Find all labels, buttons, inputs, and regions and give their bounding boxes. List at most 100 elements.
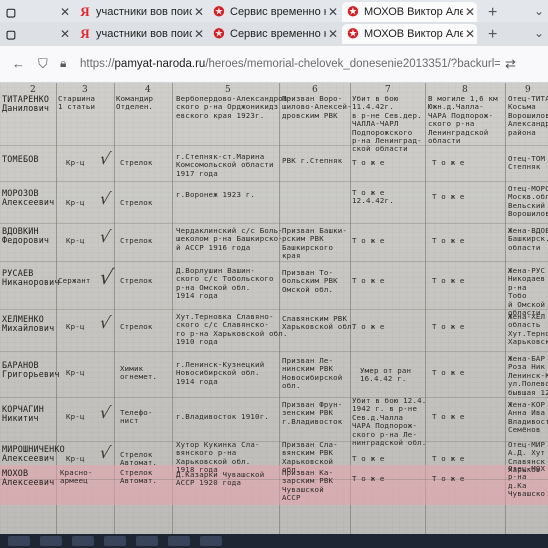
close-icon[interactable]: ✕ [326,27,340,41]
rank-cell: Сержант [58,276,91,285]
drafted-cell: Призван Фрун- зенским РВК г.Владивосток [282,400,343,426]
taskbar [0,534,548,548]
rank-cell: Кр-ц [66,412,85,421]
list-tabs-icon[interactable]: ⌄ [534,26,544,40]
star-icon: ✪ [347,26,359,41]
drafted-cell: Призван Башки- рским РВК Башкирского кра… [282,226,348,261]
yandex-icon: Я [80,4,90,19]
taskbar-app[interactable] [200,536,222,546]
birth-cell: г.Ленинск-Кузнецкий Новосибирской обл. 1… [176,360,265,386]
close-icon[interactable]: ✕ [58,27,72,41]
position-cell: Стрелок [120,236,153,245]
birth-cell: Д.Казарки Чувашской АССР 1920 года [176,470,265,488]
close-icon[interactable]: ✕ [326,5,340,19]
tab-strip-row-1: ▢ ✕ Я участники вов поиск п ✕ ✪ Сервис в… [0,0,548,24]
tab-0-dup[interactable]: ▢ ✕ [0,24,72,44]
close-icon[interactable]: ✕ [192,27,206,41]
new-tab-button[interactable]: + [488,26,497,44]
close-icon[interactable]: ✕ [58,5,72,19]
rank-cell: Кр-ц [66,198,85,207]
birth-cell: Д.Ворлушин Вашин- ского с/с Тобольского … [176,266,274,301]
taskbar-app[interactable] [136,536,158,546]
burial-cell: Т о ж е [432,322,465,331]
rank-cell: Старшина 1 статьи [58,94,96,112]
drafted-cell: Призван То- больским РВК Омской обл. [282,268,338,294]
name-cell: МИРОШНИЧЕНКО Алексеевич [2,444,65,463]
scanned-document: 2 3 4 5 6 7 8 9 ТИТАРЕНКО Данилович Стар… [0,83,548,548]
fate-cell: Т о ж е [352,474,385,483]
position-cell: Стрелок Автомат. [120,468,158,486]
relative-cell: Отец-МОХ р-на д.Ка Чувашско [508,464,546,499]
fate-cell: Т о ж е 12.4.42г. [352,188,394,206]
star-icon: ✪ [213,4,225,19]
fate-cell: Т о ж е [352,158,385,167]
relative-cell: Отец-ТОМ Степняк [508,154,546,172]
relative-cell: Жена-БАР Роза Ник Ленинск-К ул.Полево бы… [508,354,548,397]
name-cell: ВДОВКИН Федорович [2,226,50,245]
rank-cell: Кр-ц [66,158,85,167]
tab-search[interactable]: Я участники вов поиск п ✕ [74,2,206,22]
name-cell: БАРАНОВ Григорьевич [2,360,60,379]
new-tab-button[interactable]: + [488,4,497,22]
url-field[interactable]: https://pamyat-naroda.ru/heroes/memorial… [80,55,500,73]
drafted-cell: РВК г.Степняк [282,156,343,165]
shield-icon[interactable]: ⛉ [38,56,48,72]
position-cell: Стрелок Автомат. [120,450,158,468]
position-cell: Химик огнемет. [120,364,158,382]
taskbar-app[interactable] [40,536,62,546]
birth-cell: г.Воронеж 1923 г. [176,190,256,199]
tab-mokhov-dup[interactable]: ✪ МОХОВ Виктор Алексе ✕ [342,24,477,44]
translate-icon[interactable]: ⇄ [505,56,516,72]
burial-cell: Т о ж е [432,158,465,167]
tab-search-dup[interactable]: Я участники вов поиск п ✕ [74,24,206,44]
taskbar-app[interactable] [8,536,30,546]
tab-strip-row-2: ▢ ✕ Я участники вов поиск п ✕ ✪ Сервис в… [0,22,548,46]
star-icon: ✪ [213,26,225,41]
fate-cell: Т о ж е [352,454,385,463]
name-cell: ТИТАРЕНКО Данилович [2,94,50,113]
relative-cell: Жена-ВДОВ Башкирск. области [508,226,548,252]
lock-icon[interactable]: 🔒︎ [60,56,66,71]
position-cell: Стрелок [120,198,153,207]
close-icon[interactable]: ✕ [463,5,477,19]
burial-cell: В могиле 1,6 км Южн.д.Чалла- ЧАРА Подпор… [428,94,498,146]
birth-cell: г.Владивосток 1910г. [176,412,269,421]
name-cell: ХЕЛМЕНКО Михайлович [2,314,55,333]
burial-cell: Т о ж е [432,454,465,463]
burial-cell: Т о ж е [432,474,465,483]
birth-cell: Чердаклинский с/с Боль- шеколом р-на Баш… [176,226,283,252]
position-cell: Стрелок [120,158,153,167]
fate-cell: Убит в бою 12.4. 1942 г. в р-не Сев.д.Ча… [352,396,427,448]
tab-mokhov[interactable]: ✪ МОХОВ Виктор Алексе ✕ [342,2,477,22]
drafted-cell: Призван Ле- нинским РВК Новосибирской об… [282,356,343,391]
relative-cell: Отец-ТИТА Косьма Ворошилов Александр рай… [508,94,548,137]
back-arrow-icon[interactable]: ← [12,56,25,71]
close-icon[interactable]: ✕ [463,27,477,41]
name-cell: ТОМЕБОВ [2,154,39,164]
drafted-cell: Славянским РВК Харьковской обл. [282,314,357,332]
tab-0[interactable]: ▢ ✕ [0,2,72,22]
burial-cell: Т о ж е [432,412,465,421]
name-cell: РУСАЕВ Никанорович [2,268,60,287]
rank-cell: Кр-ц [66,322,85,331]
burial-cell: Т о ж е [432,368,465,377]
taskbar-app[interactable] [72,536,94,546]
relative-cell: Отец-МОРО Москв.обл Вельский Ворошилов [508,184,548,219]
position-cell: Командир Отделен. [116,94,154,112]
name-cell: МОРОЗОВ Алексеевич [2,188,55,207]
taskbar-app[interactable] [168,536,190,546]
burial-cell: Т о ж е [432,276,465,285]
taskbar-app[interactable] [104,536,126,546]
drafted-cell: Призван Воро- шилово-Алексей- дровским Р… [282,94,352,120]
close-icon[interactable]: ✕ [192,5,206,19]
rank-cell: Красно- армеец [60,468,93,486]
tab-service-dup[interactable]: ✪ Сервис временно недо ✕ [208,24,340,44]
rank-cell: Кр-ц [66,454,85,463]
tab-service[interactable]: ✪ Сервис временно недо ✕ [208,2,340,22]
fate-cell: Умер от ран 16.4.42 г. [360,366,412,384]
position-cell: Стрелок [120,322,153,331]
name-cell: МОХОВ Алексеевич [2,468,55,487]
list-tabs-icon[interactable]: ⌄ [534,4,544,18]
position-cell: Стрелок [120,276,153,285]
tab-icon: ▢ [5,28,17,41]
